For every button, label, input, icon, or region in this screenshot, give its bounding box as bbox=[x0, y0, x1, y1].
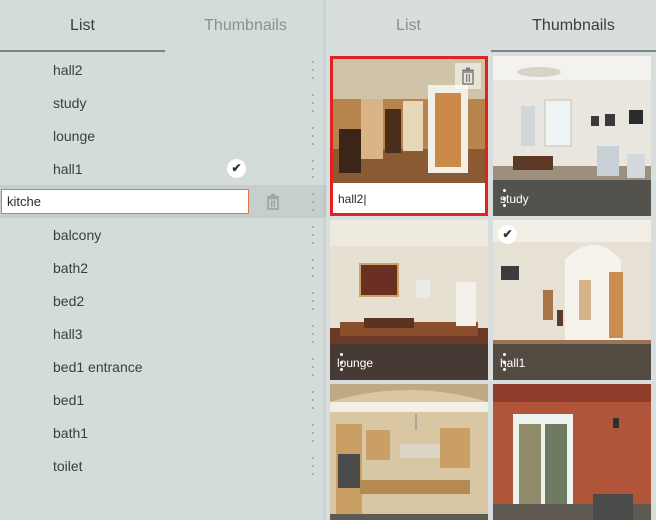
list-item[interactable]: bed1 bbox=[0, 383, 326, 416]
tab-thumbnails[interactable]: Thumbnails bbox=[491, 0, 656, 52]
list-item[interactable]: study bbox=[0, 86, 326, 119]
tab-list[interactable]: List bbox=[0, 0, 165, 52]
checkmark-icon: ✔ bbox=[498, 225, 517, 244]
thumbnail-card[interactable]: hall2| bbox=[330, 56, 488, 216]
list-item-label: hall3 bbox=[53, 325, 83, 342]
list-item-label: toilet bbox=[53, 457, 83, 474]
more-vert-icon[interactable] bbox=[308, 358, 318, 376]
more-vert-icon[interactable] bbox=[308, 193, 318, 211]
more-vert-icon[interactable] bbox=[308, 127, 318, 145]
more-vert-icon[interactable] bbox=[308, 457, 318, 475]
more-vert-icon[interactable] bbox=[500, 353, 508, 371]
list-item-label: bed1 bbox=[53, 391, 85, 408]
list-item[interactable]: hall1 ✔ bbox=[0, 152, 326, 185]
tab-list[interactable]: List bbox=[326, 0, 491, 52]
thumbnail-card[interactable]: lounge bbox=[330, 220, 488, 380]
list-item[interactable]: bed2 bbox=[0, 284, 326, 317]
list-item-label: study bbox=[53, 94, 87, 111]
thumbnail-card[interactable] bbox=[493, 384, 651, 520]
more-vert-icon[interactable] bbox=[308, 325, 318, 343]
more-vert-icon[interactable] bbox=[308, 226, 318, 244]
thumbnail-panel: List Thumbnails hall2| study lounge ✔ ha… bbox=[326, 0, 656, 520]
thumbnail-card[interactable]: ✔ hall1 bbox=[493, 220, 651, 380]
scene-list: hall2 study lounge hall1 ✔ kitche balcon… bbox=[0, 53, 326, 482]
thumbnail-name-input[interactable]: hall2| bbox=[333, 183, 485, 213]
list-item[interactable]: lounge bbox=[0, 119, 326, 152]
list-item-label: hall1 bbox=[53, 160, 83, 177]
thumbnail-caption: lounge bbox=[330, 344, 488, 380]
panorama-thumbnail bbox=[330, 384, 488, 520]
list-item-label: bed2 bbox=[53, 292, 85, 309]
list-item[interactable]: balcony bbox=[0, 218, 326, 251]
rename-input[interactable] bbox=[1, 189, 249, 214]
more-vert-icon[interactable] bbox=[308, 259, 318, 277]
list-item-label: lounge bbox=[53, 127, 96, 144]
more-vert-icon[interactable] bbox=[308, 292, 318, 310]
list-item[interactable]: hall3 bbox=[0, 317, 326, 350]
list-item[interactable]: toilet bbox=[0, 449, 326, 482]
list-item-editing bbox=[0, 185, 326, 218]
tab-thumbnails[interactable]: Thumbnails bbox=[165, 0, 326, 52]
more-vert-icon[interactable] bbox=[308, 391, 318, 409]
thumbnail-label: hall2 bbox=[338, 192, 364, 206]
more-vert-icon[interactable] bbox=[308, 94, 318, 112]
list-item[interactable]: hall2 bbox=[0, 53, 326, 86]
list-item-label: bath1 bbox=[53, 424, 89, 441]
delete-icon[interactable] bbox=[263, 192, 283, 212]
list-item[interactable]: bath1 bbox=[0, 416, 326, 449]
list-panel-tabs: List Thumbnails bbox=[0, 0, 326, 52]
thumbnail-caption: hall1 bbox=[493, 344, 651, 380]
more-vert-icon[interactable] bbox=[308, 160, 318, 178]
list-item-label: bath2 bbox=[53, 259, 89, 276]
thumbnail-card[interactable] bbox=[330, 384, 488, 520]
list-item[interactable]: bed1 entrance bbox=[0, 350, 326, 383]
list-item-label: balcony bbox=[53, 226, 102, 243]
list-item-label: hall2 bbox=[53, 61, 83, 78]
more-vert-icon[interactable] bbox=[308, 61, 318, 79]
panorama-thumbnail bbox=[493, 384, 651, 520]
trash-icon bbox=[462, 67, 474, 85]
list-panel: List Thumbnails hall2 study lounge hall1… bbox=[0, 0, 326, 520]
thumbnail-caption: study bbox=[493, 180, 651, 216]
more-vert-icon[interactable] bbox=[308, 424, 318, 442]
more-vert-icon[interactable] bbox=[337, 353, 345, 371]
thumbnail-card[interactable]: study bbox=[493, 56, 651, 216]
thumbnail-panel-tabs: List Thumbnails bbox=[326, 0, 656, 52]
delete-button[interactable] bbox=[455, 63, 481, 89]
more-vert-icon[interactable] bbox=[500, 189, 508, 207]
app-window: List Thumbnails hall2 study lounge hall1… bbox=[0, 0, 656, 520]
checkmark-icon: ✔ bbox=[227, 159, 246, 178]
list-item[interactable]: bath2 bbox=[0, 251, 326, 284]
list-item-label: bed1 entrance bbox=[53, 358, 143, 375]
